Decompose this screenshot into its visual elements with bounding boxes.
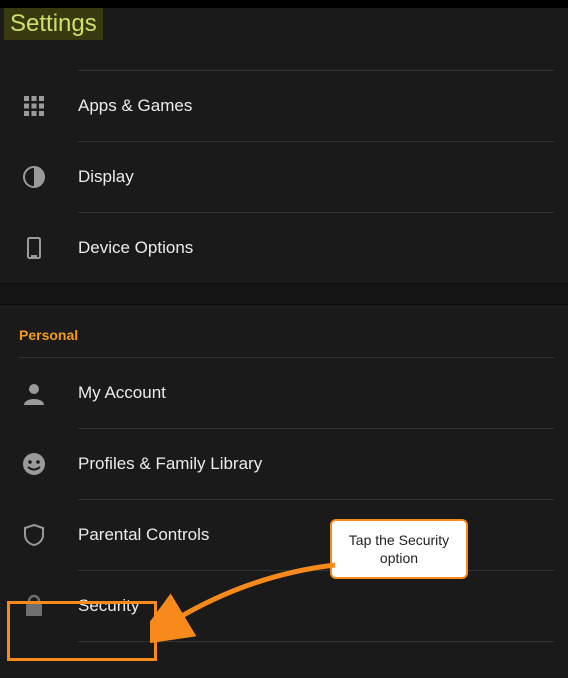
device-section: Apps & Games Display Device Options: [0, 70, 568, 283]
row-label: Parental Controls: [78, 525, 209, 545]
display-contrast-icon: [22, 165, 46, 189]
row-label: Display: [78, 167, 134, 187]
row-device-options[interactable]: Device Options: [0, 213, 568, 283]
row-apps-games[interactable]: Apps & Games: [0, 71, 568, 141]
row-security[interactable]: Security: [0, 571, 568, 641]
personal-header: Personal: [0, 305, 568, 357]
row-label: Apps & Games: [78, 96, 192, 116]
apps-grid-icon: [22, 94, 46, 118]
page-title: Settings: [4, 8, 103, 40]
account-person-icon: [22, 381, 46, 405]
row-label: Device Options: [78, 238, 193, 258]
parental-shield-icon: [22, 523, 46, 547]
device-phone-icon: [22, 236, 46, 260]
row-my-account[interactable]: My Account: [0, 358, 568, 428]
personal-section: My Account Profiles & Family Library: [0, 358, 568, 642]
row-label: My Account: [78, 383, 166, 403]
row-display[interactable]: Display: [0, 142, 568, 212]
security-lock-icon: [22, 594, 46, 618]
profiles-face-icon: [22, 452, 46, 476]
row-label: Security: [78, 596, 139, 616]
row-label: Profiles & Family Library: [78, 454, 262, 474]
row-parental-controls[interactable]: Parental Controls: [0, 500, 568, 570]
row-profiles-family[interactable]: Profiles & Family Library: [0, 429, 568, 499]
